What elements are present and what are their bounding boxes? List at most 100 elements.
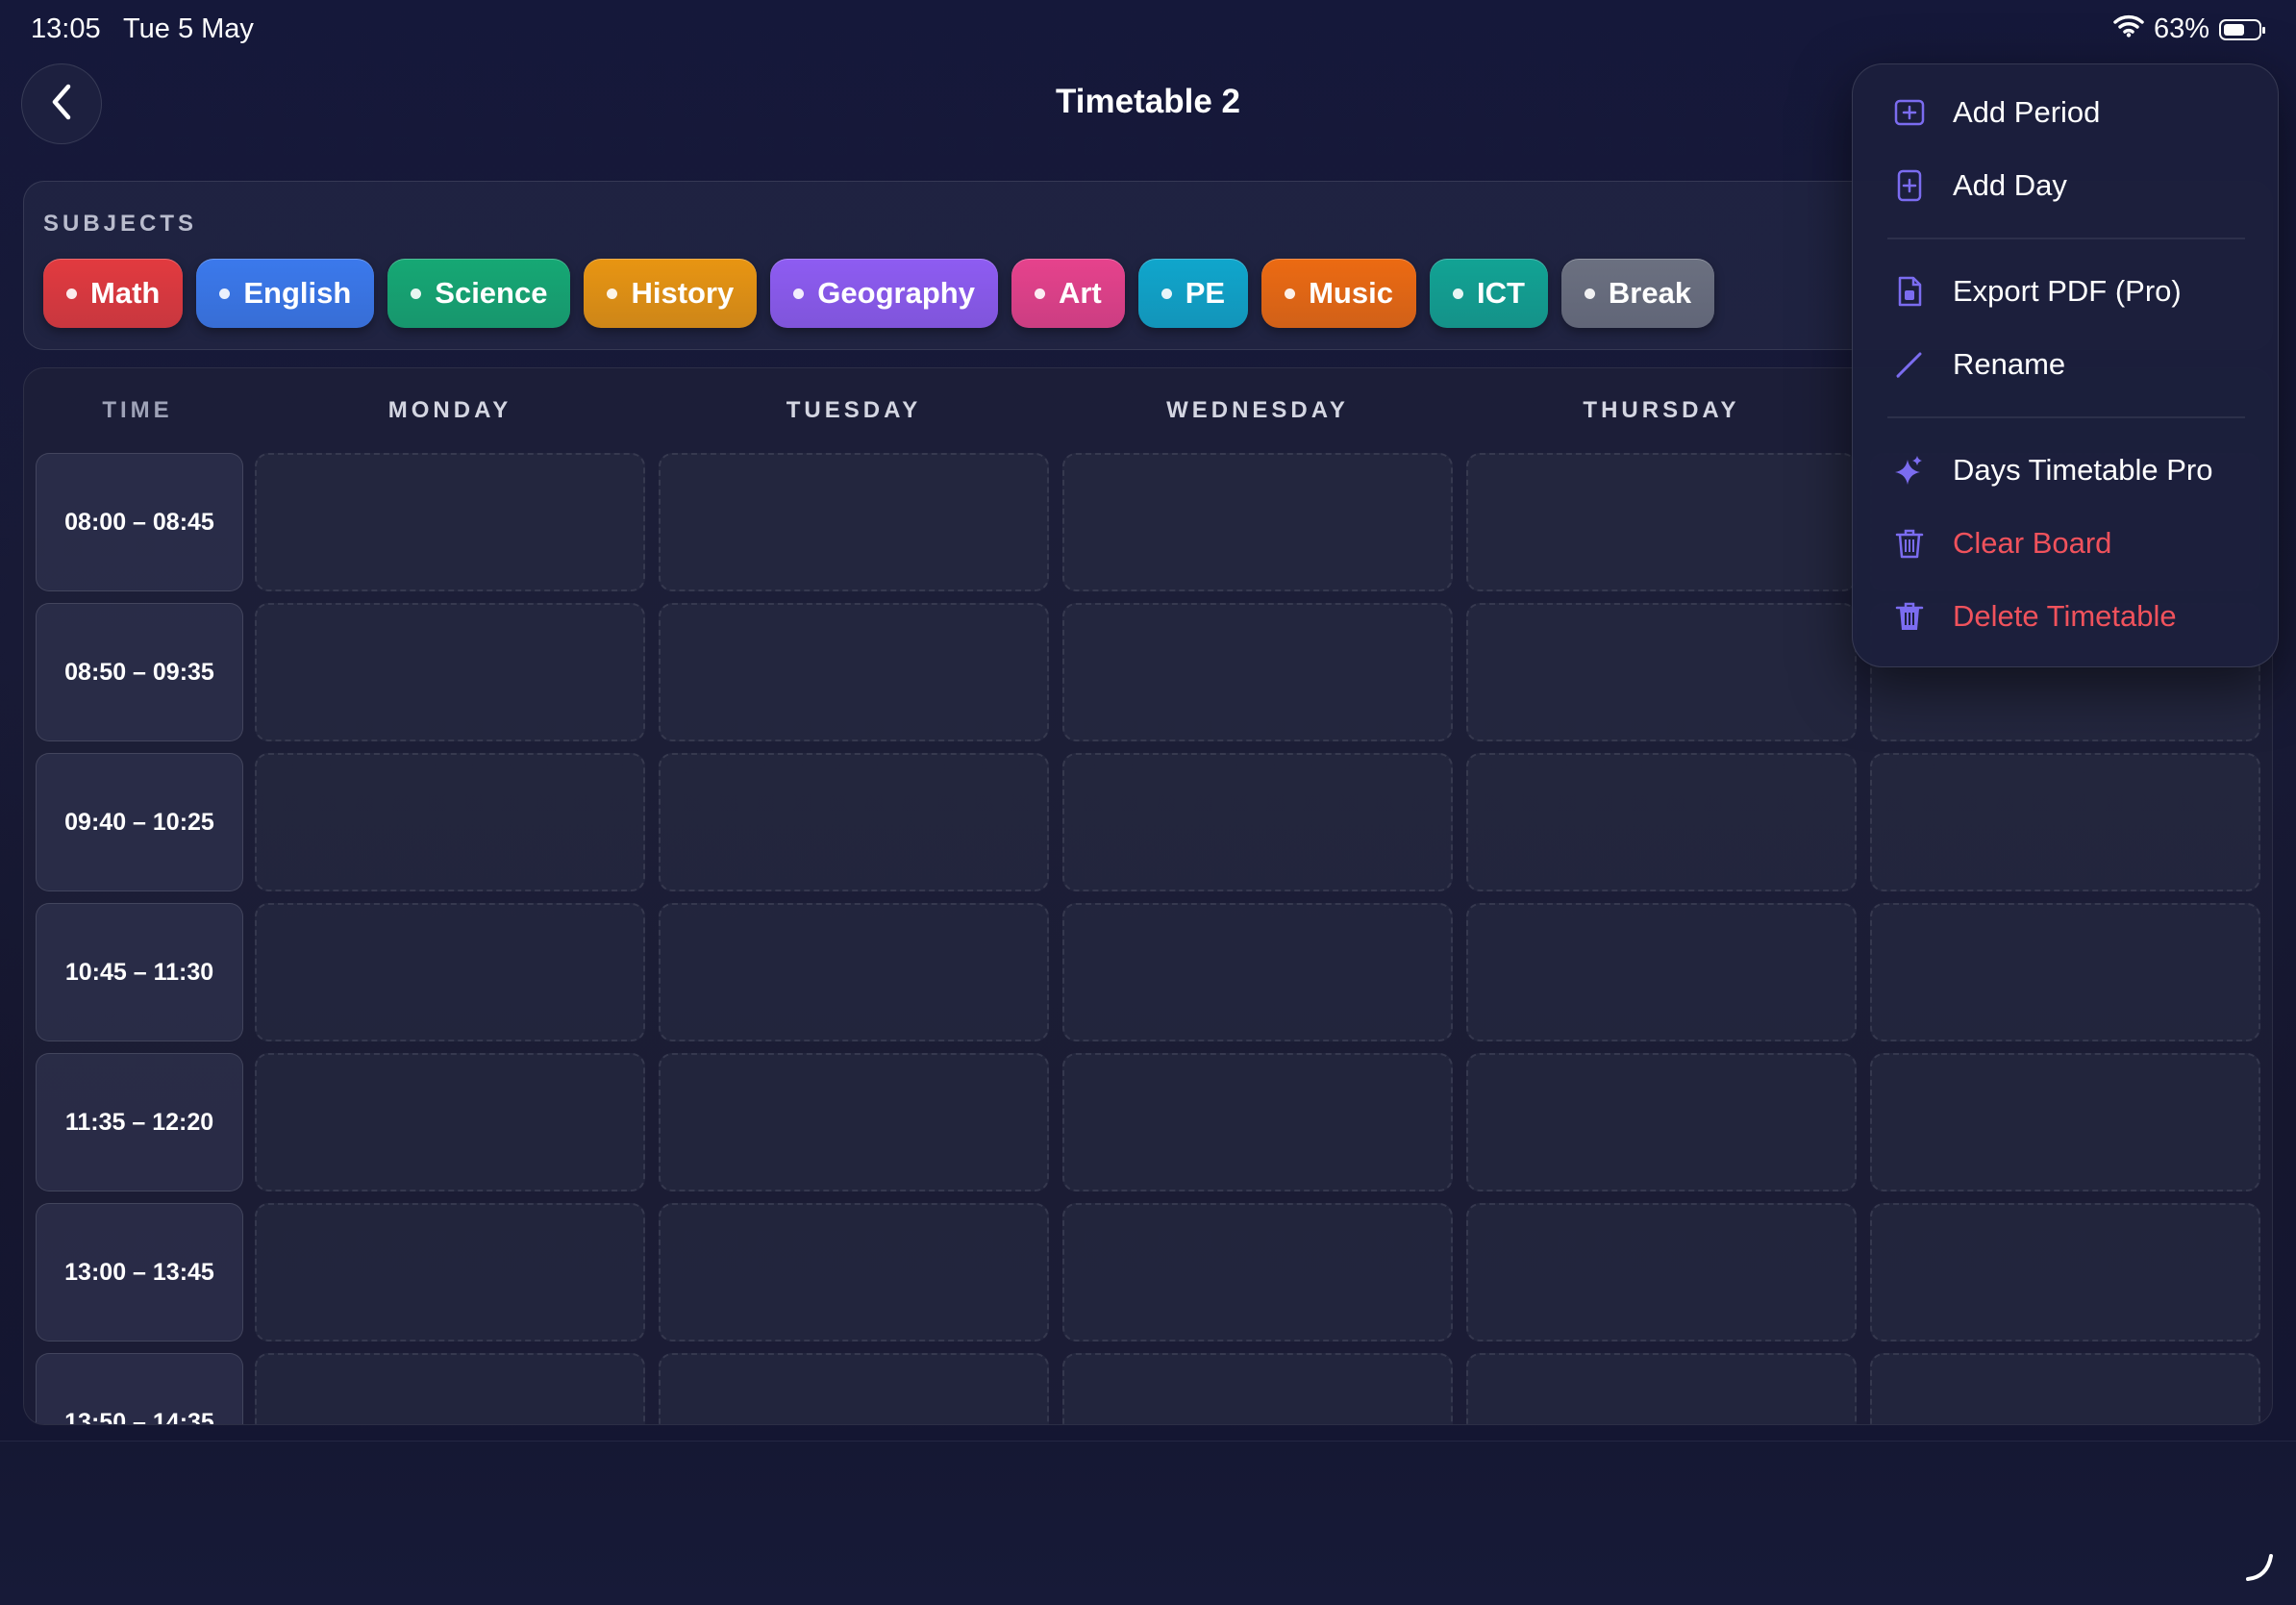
timetable-slot[interactable] [255, 753, 645, 891]
menu-item-rename[interactable]: Rename [1853, 333, 2280, 396]
chip-dot [219, 288, 231, 299]
pdf-document-icon [1893, 275, 1926, 308]
timetable-slot[interactable] [255, 453, 645, 591]
period-time-cell[interactable]: 11:35 – 12:20 [36, 1053, 243, 1191]
timetable-slot[interactable] [1870, 1203, 2260, 1342]
timetable-slot[interactable] [255, 603, 645, 741]
timetable-slot[interactable] [1466, 603, 1857, 741]
timetable-slot[interactable] [1870, 753, 2260, 891]
period-time-cell[interactable]: 08:00 – 08:45 [36, 453, 243, 591]
timetable-slot[interactable] [659, 1053, 1049, 1191]
subject-chip-list: Math English Science History Geography Art PE M… [43, 259, 1715, 328]
chip-label: Math [90, 276, 161, 310]
timetable-slot[interactable] [659, 1203, 1049, 1342]
wifi-icon [2113, 13, 2144, 45]
timetable-slot[interactable] [659, 1353, 1049, 1424]
column-header-time: TIME [102, 397, 173, 423]
menu-item-clear-board[interactable]: Clear Board [1853, 512, 2280, 575]
timetable-slot[interactable] [1870, 903, 2260, 1041]
timetable-slot[interactable] [255, 903, 645, 1041]
chip-dot [1285, 288, 1296, 299]
timetable-slot[interactable] [1466, 1053, 1857, 1191]
subject-chip-english[interactable]: English [196, 259, 375, 328]
chip-dot [607, 288, 618, 299]
timetable-slot[interactable] [255, 1053, 645, 1191]
period-time-cell[interactable]: 09:40 – 10:25 [36, 753, 243, 891]
subject-chip-geography[interactable]: Geography [770, 259, 998, 328]
timetable-slot[interactable] [1466, 1353, 1857, 1424]
timetable-slot[interactable] [1062, 1353, 1453, 1424]
timetable-slot[interactable] [1466, 453, 1857, 591]
subject-chip-music[interactable]: Music [1261, 259, 1416, 328]
timetable-slot[interactable] [659, 753, 1049, 891]
plus-document-icon [1893, 169, 1926, 202]
period-time-cell[interactable]: 08:50 – 09:35 [36, 603, 243, 741]
trash-filled-icon [1893, 600, 1926, 633]
timetable-slot[interactable] [1062, 753, 1453, 891]
chip-dot [1160, 288, 1172, 299]
timetable-slot[interactable] [1062, 1053, 1453, 1191]
timetable-slot[interactable] [659, 903, 1049, 1041]
timetable-slot[interactable] [1466, 903, 1857, 1041]
column-header-monday: MONDAY [387, 397, 512, 423]
column-header-tuesday: TUESDAY [786, 397, 922, 423]
status-time: 13:05 [31, 13, 101, 44]
menu-item-label: Export PDF (Pro) [1953, 274, 2182, 308]
menu-separator [1887, 238, 2245, 239]
subject-chip-math[interactable]: Math [43, 259, 184, 328]
period-time-cell[interactable]: 13:50 – 14:35 [36, 1353, 243, 1424]
sparkle-icon [1893, 454, 1926, 487]
timetable-slot[interactable] [1062, 1203, 1453, 1342]
timetable-slot[interactable] [1062, 903, 1453, 1041]
period-time-cell[interactable]: 13:00 – 13:45 [36, 1203, 243, 1342]
menu-separator [1887, 416, 2245, 418]
timetable-slot[interactable] [255, 1203, 645, 1342]
column-header-thursday: THURSDAY [1583, 397, 1740, 423]
timetable-slot[interactable] [1466, 1203, 1857, 1342]
period-time-cell[interactable]: 10:45 – 11:30 [36, 903, 243, 1041]
timetable-slot[interactable] [1870, 1053, 2260, 1191]
resize-handle-icon[interactable] [2242, 1548, 2277, 1588]
column-header-wednesday: WEDNESDAY [1166, 397, 1349, 423]
chip-label: PE [1185, 276, 1226, 310]
timetable-slot[interactable] [659, 603, 1049, 741]
options-menu: Add Period Add Day Export PDF (Pro) Rename D… [1852, 63, 2279, 667]
subject-chip-pe[interactable]: PE [1137, 259, 1249, 328]
chip-label: Music [1309, 276, 1393, 310]
chip-label: Geography [817, 276, 975, 310]
timetable-slot[interactable] [1466, 753, 1857, 891]
menu-item-days-timetable-pro[interactable]: Days Timetable Pro [1853, 439, 2280, 502]
menu-item-add-day[interactable]: Add Day [1853, 154, 2280, 217]
subject-chip-history[interactable]: History [584, 259, 758, 328]
battery-percent: 63% [2153, 13, 2209, 44]
timetable-slot[interactable] [659, 453, 1049, 591]
menu-item-add-period[interactable]: Add Period [1853, 81, 2280, 144]
timetable-slot[interactable] [1062, 453, 1453, 591]
subject-chip-break[interactable]: Break [1560, 259, 1715, 328]
status-bar: 13:05 Tue 5 May 63% [0, 0, 2296, 62]
subject-chip-ict[interactable]: ICT [1429, 259, 1548, 328]
bottom-bar [0, 1441, 2296, 1605]
plus-square-icon [1893, 96, 1926, 129]
subject-chip-science[interactable]: Science [387, 259, 571, 328]
timetable-slot[interactable] [255, 1353, 645, 1424]
chip-label: ICT [1476, 276, 1525, 310]
menu-item-delete-timetable[interactable]: Delete Timetable [1853, 585, 2280, 648]
menu-item-label: Add Day [1953, 168, 2067, 202]
chip-label: Science [435, 276, 548, 310]
menu-item-label: Rename [1953, 347, 2066, 381]
timetable-slot[interactable] [1062, 603, 1453, 741]
chip-dot [1452, 288, 1463, 299]
timetable-slot[interactable] [1870, 1353, 2260, 1424]
chip-label: History [631, 276, 735, 310]
menu-item-export-pdf-pro[interactable]: Export PDF (Pro) [1853, 260, 2280, 323]
pencil-icon [1893, 348, 1926, 381]
chip-label: English [243, 276, 352, 310]
chip-dot [66, 288, 77, 299]
chip-label: Break [1608, 276, 1692, 310]
chip-dot [411, 288, 422, 299]
subject-chip-art[interactable]: Art [1011, 259, 1125, 328]
chip-dot [1584, 288, 1595, 299]
subjects-heading: SUBJECTS [43, 211, 198, 237]
status-indicators: 63% [2113, 13, 2265, 45]
